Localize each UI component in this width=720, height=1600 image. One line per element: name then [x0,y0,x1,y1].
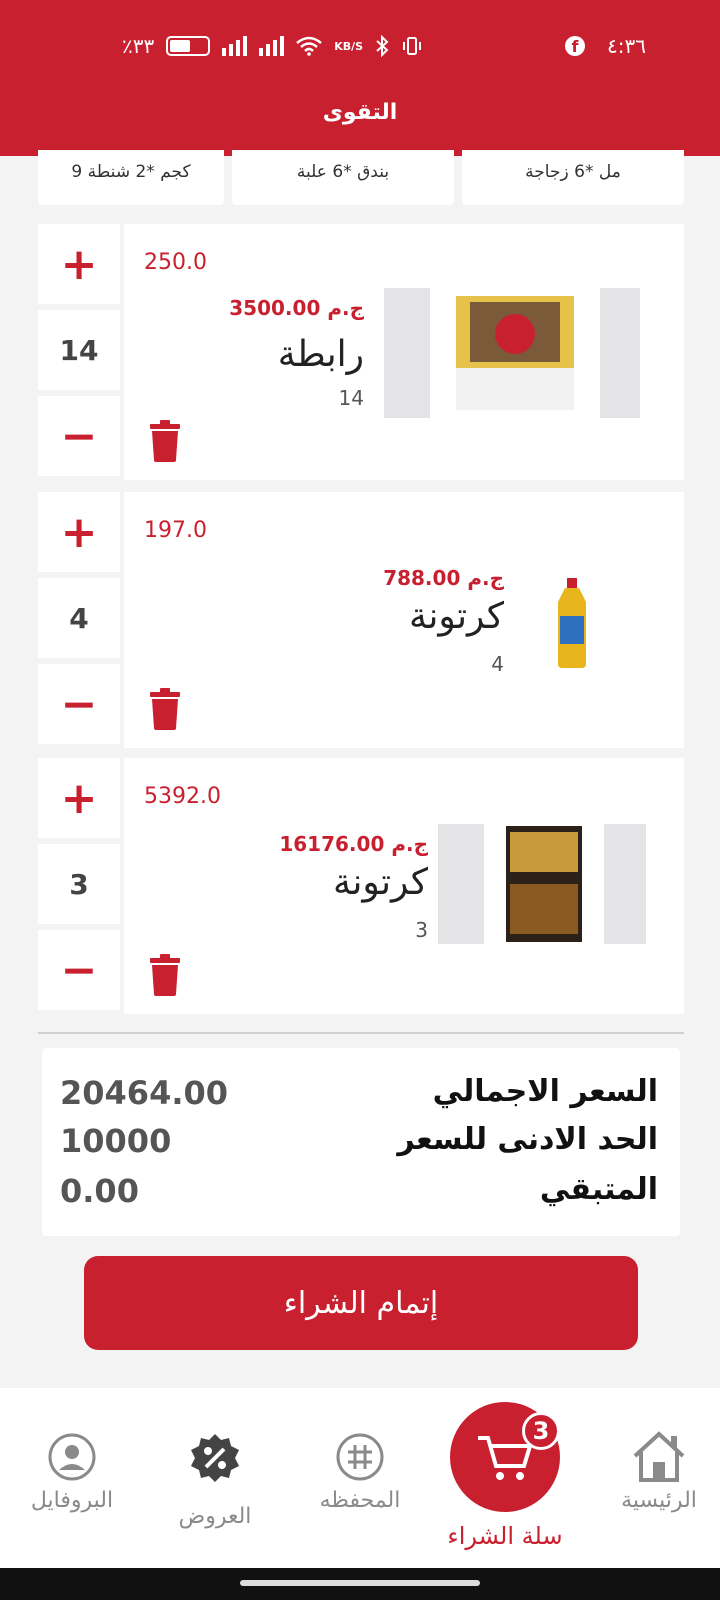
cart-item: 5392.0 16176.00 ج.م كرتونة 3 [124,758,684,1014]
cart-badge: 3 [522,1412,560,1450]
product-chip[interactable]: مل *6 زجاجة [462,150,684,205]
nav-cart-label[interactable]: سلة الشراء [425,1522,585,1550]
decrease-button[interactable]: − [38,664,120,744]
product-chip[interactable]: بندق *6 علبة [232,150,454,205]
nav-home[interactable]: الرئيسية [604,1430,714,1513]
bluetooth-icon [376,35,389,57]
remaining-value: 0.00 [60,1172,139,1210]
increase-button[interactable]: + [38,758,120,838]
product-bottle-icon [558,578,586,668]
item-count: 3 [415,918,428,942]
cart-item: 197.0 788.00 ج.م كرتونة 4 [124,492,684,748]
order-summary: السعر الاجمالي 20464.00 الحد الادنى للسع… [42,1048,680,1236]
item-price: 3500.00 ج.م [229,296,364,320]
item-unit: رابطة [277,334,364,375]
system-nav-bar [0,1568,720,1600]
increase-button[interactable]: + [38,492,120,572]
discount-icon [191,1434,239,1482]
divider [38,1032,684,1034]
checkout-button[interactable]: إتمام الشراء [84,1256,638,1350]
min-price-value: 10000 [60,1122,172,1160]
battery-icon [166,36,211,56]
trash-icon[interactable] [148,420,182,462]
item-total: 5392.0 [144,784,221,809]
signal-icon-2 [259,36,285,56]
app-header: ٪٣٣ KB/S f ٤:٣٦ التقوى [0,0,720,156]
item-total: 197.0 [144,518,207,543]
item-count: 14 [338,386,364,410]
product-chip[interactable]: 9 كجم *2 شنطة [38,150,224,205]
total-price-value: 20464.00 [60,1074,229,1112]
nav-home-label: الرئيسية [621,1488,697,1513]
clock: ٤:٣٦ [607,34,646,58]
facebook-icon: f [565,36,586,56]
product-image [384,288,640,418]
profile-icon [48,1433,96,1481]
nav-wallet-label: المحفظه [319,1488,401,1513]
home-indicator[interactable] [240,1580,480,1586]
quantity-value: 14 [38,310,120,390]
battery-percent: ٪٣٣ [122,34,155,58]
item-unit: كرتونة [409,596,504,637]
wifi-icon [296,36,323,56]
item-price: 16176.00 ج.م [279,832,428,856]
nav-profile[interactable]: البروفايل [14,1432,130,1513]
watermark: nafezly.com [300,1552,405,1568]
vibrate-icon [403,37,422,55]
nav-offers-label: العروض [178,1504,252,1529]
decrease-button[interactable]: − [38,396,120,476]
quantity-value: 4 [38,578,120,658]
trash-icon[interactable] [148,954,182,996]
nav-offers[interactable]: العروض [165,1432,265,1529]
signal-icon [222,36,248,56]
increase-button[interactable]: + [38,224,120,304]
network-speed: KB/S [334,39,364,53]
remaining-label: المتبقي [539,1172,658,1207]
hash-icon [336,1433,384,1481]
item-total: 250.0 [144,250,207,275]
quantity-value: 3 [38,844,120,924]
trash-icon[interactable] [148,688,182,730]
min-price-label: الحد الادنى للسعر [397,1122,658,1157]
status-bar: ٪٣٣ KB/S f ٤:٣٦ [0,30,720,70]
total-price-label: السعر الاجمالي [432,1074,658,1109]
page-title: التقوى [322,100,398,125]
product-bag-icon [456,296,574,410]
item-count: 4 [491,652,504,676]
cart-item: 250.0 3500.00 ج.م رابطة 14 [124,224,684,480]
product-image [438,824,646,944]
decrease-button[interactable]: − [38,930,120,1010]
item-unit: كرتونة [333,862,428,903]
product-coffee-icon [506,826,582,942]
home-icon [633,1431,685,1482]
item-price: 788.00 ج.م [383,566,504,590]
nav-profile-label: البروفايل [30,1488,114,1513]
nav-wallet[interactable]: المحفظه [305,1432,415,1513]
